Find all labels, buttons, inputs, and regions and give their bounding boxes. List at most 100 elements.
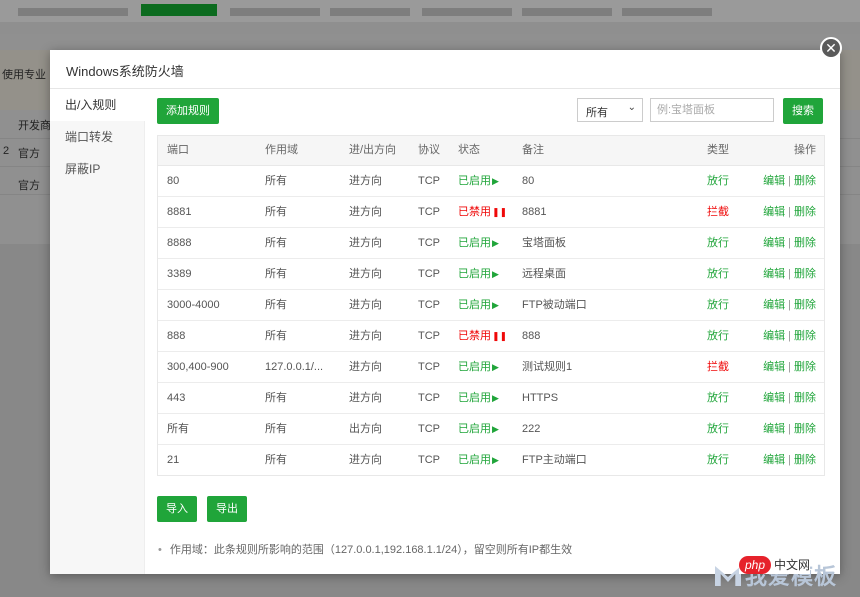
edit-link[interactable]: 编辑: [763, 237, 785, 249]
table-row: 3000-4000 所有 进方向 TCP 已启用▶ FTP被动端口 放行 编辑 | 删除: [158, 290, 824, 321]
edit-link[interactable]: 编辑: [763, 330, 785, 342]
status-toggle[interactable]: 已禁用❚❚: [458, 197, 507, 228]
cell-note: HTTPS: [522, 392, 559, 404]
play-icon: ▶: [492, 363, 499, 373]
edit-link[interactable]: 编辑: [763, 392, 785, 404]
header-protocol: 协议: [418, 144, 440, 156]
status-text: 已启用: [458, 175, 491, 187]
header-port: 端口: [167, 144, 189, 156]
cell-port: 8881: [167, 206, 192, 218]
table-row: 3389 所有 进方向 TCP 已启用▶ 远程桌面 放行 编辑 | 删除: [158, 259, 824, 290]
tip-text: 作用域：此条规则所影响的范围（127.0.0.1,192.168.1.1/24）…: [169, 544, 573, 556]
nav-item-block-ip[interactable]: 屏蔽IP: [50, 153, 144, 185]
filter-select[interactable]: 所有 ⌄: [577, 98, 643, 122]
background-top-bar: [0, 0, 860, 22]
php-logo: php: [739, 556, 772, 574]
delete-link[interactable]: 删除: [794, 299, 816, 311]
table-row: 300,400-900 127.0.0.1/... 进方向 TCP 已启用▶ 测试规则1 拦…: [158, 352, 824, 383]
table-header: 端口 作用域 进/出方向 协议 状态 备注 类型 操作: [158, 136, 824, 166]
ops-separator: |: [788, 299, 791, 311]
cell-ops: 编辑 | 删除: [763, 445, 816, 475]
edit-link[interactable]: 编辑: [763, 361, 785, 373]
cell-port: 21: [167, 454, 180, 466]
cell-type: 拦截: [707, 361, 729, 373]
cell-protocol: TCP: [418, 361, 440, 373]
cell-direction: 进方向: [349, 237, 382, 249]
delete-link[interactable]: 删除: [794, 237, 816, 249]
nav-item-rules[interactable]: 出/入规则: [50, 89, 145, 121]
cell-ops: 编辑 | 删除: [763, 197, 816, 227]
close-icon[interactable]: ✕: [820, 37, 842, 59]
cell-ops: 编辑 | 删除: [763, 321, 816, 351]
cell-protocol: TCP: [418, 299, 440, 311]
cell-ops: 编辑 | 删除: [763, 383, 816, 413]
cell-type: 放行: [707, 423, 729, 435]
status-toggle[interactable]: 已启用▶: [458, 166, 499, 197]
ops-separator: |: [788, 237, 791, 249]
delete-link[interactable]: 删除: [794, 330, 816, 342]
edit-link[interactable]: 编辑: [763, 423, 785, 435]
search-input[interactable]: [650, 98, 774, 122]
cell-scope: 所有: [265, 268, 287, 280]
status-toggle[interactable]: 已启用▶: [458, 414, 499, 445]
chevron-down-icon: ⌄: [627, 102, 636, 113]
export-button[interactable]: 导出: [207, 496, 247, 522]
delete-link[interactable]: 删除: [794, 206, 816, 218]
background-tab: [422, 8, 512, 16]
cell-direction: 进方向: [349, 206, 382, 218]
cell-protocol: TCP: [418, 454, 440, 466]
rules-table: 端口 作用域 进/出方向 协议 状态 备注 类型 操作 80 所有 进方向 TCP 已启…: [157, 135, 825, 476]
firewall-modal: Windows系统防火墙 出/入规则 端口转发 屏蔽IP 添加规则 所有 ⌄ 搜…: [50, 50, 840, 589]
edit-link[interactable]: 编辑: [763, 454, 785, 466]
cell-direction: 进方向: [349, 299, 382, 311]
delete-link[interactable]: 删除: [794, 423, 816, 435]
delete-link[interactable]: 删除: [794, 454, 816, 466]
delete-link[interactable]: 删除: [794, 175, 816, 187]
status-toggle[interactable]: 已启用▶: [458, 290, 499, 321]
delete-link[interactable]: 删除: [794, 268, 816, 280]
ops-separator: |: [788, 206, 791, 218]
add-rule-button[interactable]: 添加规则: [157, 98, 219, 124]
cell-type: 放行: [707, 330, 729, 342]
cell-note: 888: [522, 330, 541, 342]
cell-type: 放行: [707, 392, 729, 404]
play-icon: ▶: [492, 394, 499, 404]
play-icon: ▶: [492, 425, 499, 435]
status-toggle[interactable]: 已启用▶: [458, 445, 499, 476]
cell-type: 放行: [707, 175, 729, 187]
pause-icon: ❚❚: [492, 332, 508, 342]
cell-scope: 所有: [265, 454, 287, 466]
filter-select-value: 所有: [586, 107, 608, 119]
delete-link[interactable]: 删除: [794, 392, 816, 404]
delete-link[interactable]: 删除: [794, 361, 816, 373]
status-text: 已启用: [458, 361, 491, 373]
status-toggle[interactable]: 已启用▶: [458, 259, 499, 290]
edit-link[interactable]: 编辑: [763, 175, 785, 187]
status-text: 已启用: [458, 268, 491, 280]
status-toggle[interactable]: 已启用▶: [458, 228, 499, 259]
nav-item-port-forward[interactable]: 端口转发: [50, 121, 144, 153]
header-note: 备注: [522, 144, 544, 156]
play-icon: ▶: [492, 301, 499, 311]
cell-port: 8888: [167, 237, 192, 249]
cell-type: 放行: [707, 237, 729, 249]
cell-protocol: TCP: [418, 330, 440, 342]
status-toggle[interactable]: 已启用▶: [458, 352, 499, 383]
cell-protocol: TCP: [418, 423, 440, 435]
search-button[interactable]: 搜索: [783, 98, 823, 124]
ops-separator: |: [788, 392, 791, 404]
cell-scope: 所有: [265, 330, 287, 342]
table-row: 21 所有 进方向 TCP 已启用▶ FTP主动端口 放行 编辑 | 删除: [158, 445, 824, 475]
edit-link[interactable]: 编辑: [763, 299, 785, 311]
table-row: 8888 所有 进方向 TCP 已启用▶ 宝塔面板 放行 编辑 | 删除: [158, 228, 824, 259]
cell-direction: 进方向: [349, 330, 382, 342]
background-tab: [622, 8, 712, 16]
edit-link[interactable]: 编辑: [763, 268, 785, 280]
background-tab: [230, 8, 320, 16]
status-toggle[interactable]: 已启用▶: [458, 383, 499, 414]
cell-port: 所有: [167, 423, 189, 435]
background-tab: [18, 8, 128, 16]
import-button[interactable]: 导入: [157, 496, 197, 522]
status-toggle[interactable]: 已禁用❚❚: [458, 321, 507, 352]
edit-link[interactable]: 编辑: [763, 206, 785, 218]
